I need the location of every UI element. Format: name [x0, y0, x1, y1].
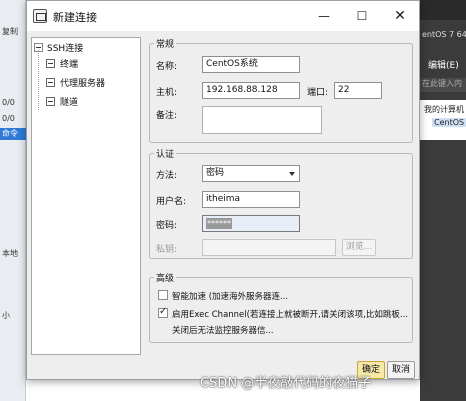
bg-search-input[interactable]: 在此键入内	[420, 78, 466, 92]
bg-session-tree: 我的计算机 CentOS	[420, 100, 466, 140]
auth-group-title: 认证	[154, 147, 177, 160]
bg-cell: 本地	[2, 249, 18, 258]
watermark-text: CSDN @半夜敲代码的夜猫子	[200, 376, 372, 391]
exec-channel-label-2: 关闭后无法监控服务器信...	[172, 326, 274, 336]
private-key-label: 私钥:	[156, 245, 178, 255]
bg-tree-root[interactable]: 我的计算机	[424, 104, 464, 115]
general-group: 常规 名称: CentOS系统 主机: 192.168.88.128 端口: 2…	[149, 37, 413, 143]
bg-cell: 小	[2, 311, 10, 320]
dialog-titlebar[interactable]: 新建连接 — ☐ ✕	[27, 1, 419, 31]
auth-group: 认证 方法: 密码 用户名: itheima 密码: ****** 私钥: 浏览…	[149, 147, 413, 259]
method-select[interactable]: 密码	[202, 165, 300, 182]
port-label: 端口:	[307, 88, 329, 98]
port-field[interactable]: 22	[334, 82, 382, 99]
password-mask: ******	[206, 218, 232, 229]
background-left-panel: 复制 0/0 0/0 命令 本地 小	[0, 0, 26, 401]
password-field[interactable]: ******	[202, 215, 300, 232]
cancel-button[interactable]: 取消	[387, 361, 415, 379]
tree-node-icon	[46, 96, 55, 106]
general-group-title: 常规	[154, 37, 177, 50]
note-textarea[interactable]	[202, 106, 322, 134]
bg-top-strip	[420, 0, 466, 20]
minimize-button[interactable]: —	[313, 5, 335, 27]
bg-tree-item[interactable]: CentOS	[432, 118, 466, 127]
password-label: 密码:	[156, 221, 178, 231]
advanced-group-title: 高级	[154, 271, 177, 284]
tree-node-icon	[46, 77, 55, 87]
username-field[interactable]: itheima	[202, 191, 300, 208]
host-field[interactable]: 192.168.88.128	[202, 82, 300, 99]
bg-cell: 0/0	[2, 114, 15, 123]
private-key-field[interactable]	[202, 239, 336, 256]
close-button[interactable]: ✕	[389, 5, 411, 27]
bg-edit-button[interactable]: 编辑(E)	[428, 58, 459, 71]
bg-cell: 0/0	[2, 98, 15, 107]
tree-item-ssh[interactable]: SSH连接	[34, 40, 83, 54]
tree-item-label: 隧道	[60, 97, 79, 108]
host-label: 主机:	[156, 88, 178, 98]
tree-item-label: 代理服务器	[60, 78, 106, 89]
tree-node-icon	[46, 58, 55, 68]
method-select-value: 密码	[206, 168, 225, 178]
name-field[interactable]: CentOS系统	[202, 56, 300, 73]
tree-connector-line	[38, 50, 39, 110]
bg-selected-cell: 命令	[0, 128, 26, 140]
exec-channel-label: 启用Exec Channel(若连接上就被断开,请关闭该项,比如跳板...	[172, 310, 408, 320]
exec-channel-checkbox[interactable]	[158, 306, 168, 318]
tree-item-tunnel[interactable]: 隧道	[46, 94, 78, 108]
note-label: 备注:	[156, 111, 178, 121]
advanced-group: 高级 智能加速 (加速海外服务器连... 启用Exec Channel(若连接上…	[149, 271, 413, 343]
tree-item-label: 终端	[60, 59, 79, 70]
tree-item-proxy[interactable]: 代理服务器	[46, 75, 105, 89]
dropdown-arrow-icon	[289, 172, 295, 176]
bg-cell: 复制	[2, 27, 18, 36]
new-connection-dialog: 新建连接 — ☐ ✕ SSH连接 终端 代理服务器 隧道 常规 名称: Cent…	[26, 0, 420, 380]
dialog-title: 新建连接	[53, 11, 97, 24]
browse-button[interactable]: 浏览...	[342, 239, 376, 256]
app-window-icon	[33, 9, 47, 23]
background-right-panel: entOS 7 64 编辑(E) 在此键入内 我的计算机 CentOS	[420, 0, 466, 401]
method-label: 方法:	[156, 171, 178, 181]
tree-root-label: SSH连接	[47, 43, 84, 54]
name-label: 名称:	[156, 62, 178, 72]
settings-tree: SSH连接 终端 代理服务器 隧道	[31, 37, 141, 355]
maximize-button[interactable]: ☐	[351, 5, 373, 27]
tree-item-terminal[interactable]: 终端	[46, 56, 78, 70]
smart-accel-checkbox[interactable]	[158, 290, 168, 300]
dialog-body: SSH连接 终端 代理服务器 隧道 常规 名称: CentOS系统 主机: 19…	[27, 31, 419, 379]
bg-tab-title: entOS 7 64	[422, 30, 466, 39]
username-label: 用户名:	[156, 197, 187, 207]
smart-accel-label: 智能加速 (加速海外服务器连...	[172, 292, 289, 302]
